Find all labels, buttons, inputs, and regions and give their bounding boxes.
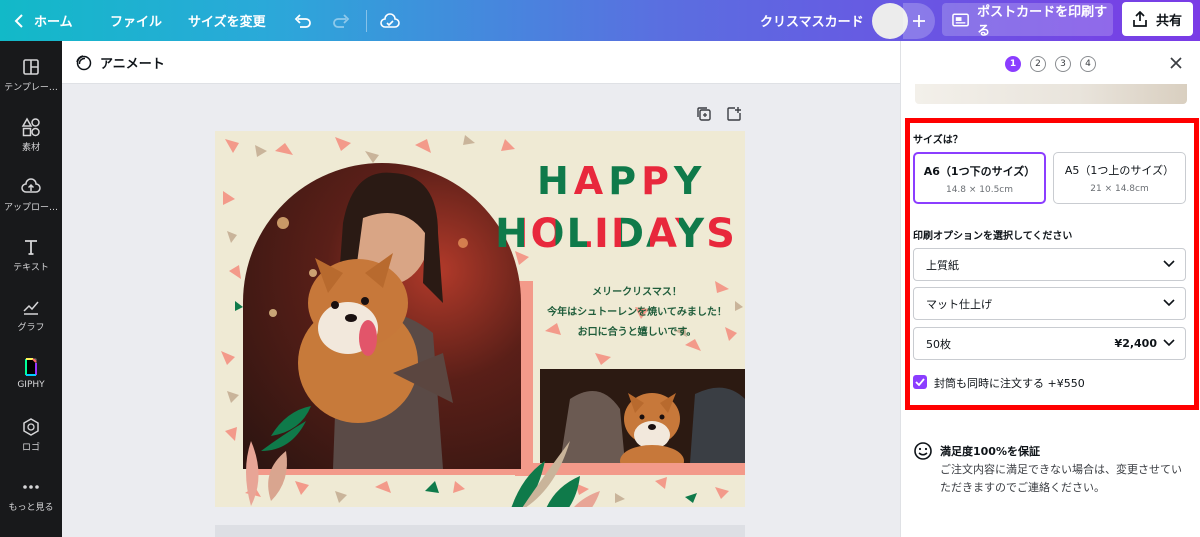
- step-2[interactable]: 2: [1030, 56, 1046, 72]
- left-sidebar: テンプレー… 素材 アップロー… テキスト グラフ GIPHY ロゴ もっと見る: [0, 41, 62, 537]
- sidebar-item-uploads[interactable]: アップロー…: [0, 175, 62, 229]
- sidebar-item-label: もっと見る: [8, 503, 54, 513]
- print-postcard-button[interactable]: ポストカードを印刷する: [942, 3, 1113, 39]
- toolbar-divider: [366, 9, 367, 32]
- sidebar-item-label: グラフ: [17, 323, 45, 333]
- template-icon: [23, 59, 39, 75]
- postcard-preview: [915, 84, 1187, 104]
- close-icon: [1170, 57, 1182, 69]
- close-button[interactable]: [1169, 55, 1183, 74]
- size-option-dims: 21 × 14.8cm: [1090, 184, 1149, 194]
- price-value: ¥2,400: [1114, 337, 1157, 350]
- sidebar-item-label: テキスト: [13, 263, 49, 273]
- step-indicator: 1 2 3 4: [1005, 56, 1096, 72]
- sidebar-item-text[interactable]: テキスト: [0, 235, 62, 289]
- size-option-a6[interactable]: A6（1つ下のサイズ） 14.8 × 10.5cm: [913, 152, 1046, 204]
- home-button[interactable]: ホーム: [14, 0, 73, 41]
- postcard-design[interactable]: HAPPY HOLIDAYS メリークリスマス！ 今年はシュトーレンを焼いてみま…: [215, 131, 745, 507]
- quantity-select[interactable]: 50枚 ¥2,400: [913, 327, 1186, 360]
- share-label: 共有: [1156, 13, 1183, 29]
- step-1[interactable]: 1: [1005, 56, 1021, 72]
- sidebar-item-label: ロゴ: [21, 443, 40, 453]
- finish-value: マット仕上げ: [926, 297, 992, 311]
- duplicate-icon: [697, 107, 711, 121]
- guarantee-body: ご注文内容に満足できない場合は、変更させていただきますのでご連絡ください。: [940, 463, 1182, 494]
- document-title[interactable]: クリスマスカード: [760, 0, 864, 41]
- logo-icon: [23, 418, 39, 436]
- chevron-down-icon: [1163, 299, 1175, 307]
- upload-icon: [21, 178, 41, 193]
- animate-icon: [76, 55, 92, 71]
- envelope-label[interactable]: 封筒も同時に注文する +¥550: [934, 375, 1085, 391]
- sidebar-item-label: アップロー…: [3, 203, 58, 213]
- duplicate-page-button[interactable]: [696, 106, 712, 122]
- size-question: サイズは？: [913, 135, 963, 146]
- text-icon: [25, 240, 37, 255]
- file-menu[interactable]: ファイル: [110, 0, 162, 41]
- redo-icon: [333, 13, 350, 28]
- plus-icon: [913, 15, 925, 27]
- postcard-icon: [952, 13, 969, 26]
- sidebar-item-label: GIPHY: [17, 380, 45, 390]
- editor-toolbar: アニメート: [62, 41, 900, 84]
- sidebar-item-giphy[interactable]: GIPHY: [0, 355, 62, 409]
- print-options-title: 印刷オプションを選択してください: [913, 231, 1073, 242]
- chart-icon: [23, 301, 39, 315]
- holidays-headline[interactable]: HOLIDAYS: [495, 211, 737, 257]
- sidebar-item-more[interactable]: もっと見る: [0, 475, 62, 529]
- add-collaborator-button[interactable]: [903, 3, 935, 39]
- giphy-icon: [25, 358, 37, 376]
- undo-icon: [294, 13, 311, 28]
- share-icon: [1133, 11, 1147, 27]
- happy-text: HAPPY: [537, 159, 707, 203]
- finish-select[interactable]: マット仕上げ: [913, 287, 1186, 320]
- happy-headline[interactable]: HAPPY: [537, 159, 706, 203]
- chevron-down-icon: [1163, 260, 1175, 268]
- redo-button[interactable]: [332, 0, 350, 41]
- size-option-a5[interactable]: A5（1つ上のサイズ） 21 × 14.8cm: [1053, 152, 1186, 204]
- elements-icon: [21, 117, 40, 137]
- greeting-line: 今年はシュトーレンを焼いてみました！: [547, 307, 727, 318]
- size-option-dims: 14.8 × 10.5cm: [945, 185, 1014, 195]
- step-3[interactable]: 3: [1055, 56, 1071, 72]
- chevron-left-icon: [14, 13, 23, 28]
- more-icon: [23, 485, 39, 489]
- sidebar-item-elements[interactable]: 素材: [0, 115, 62, 169]
- greeting-text[interactable]: メリークリスマス！ 今年はシュトーレンを焼いてみました！ お口に合うと嬉しいです…: [537, 283, 737, 343]
- sidebar-item-charts[interactable]: グラフ: [0, 295, 62, 349]
- leaf-decoration: [511, 441, 600, 507]
- quantity-value: 50枚: [926, 337, 951, 351]
- paper-value: 上質紙: [926, 258, 959, 272]
- leaf-decoration: [246, 406, 311, 506]
- paper-select[interactable]: 上質紙: [913, 248, 1186, 281]
- animate-label: アニメート: [100, 56, 165, 72]
- sidebar-item-label: 素材: [21, 143, 40, 153]
- resize-button[interactable]: サイズを変更: [188, 0, 266, 41]
- add-page-icon: [727, 107, 741, 121]
- checkmark-icon: [915, 378, 925, 386]
- smile-icon: [913, 441, 933, 465]
- sidebar-item-logos[interactable]: ロゴ: [0, 415, 62, 469]
- print-postcard-label: ポストカードを印刷する: [977, 4, 1108, 39]
- holidays-text: HOLIDAYS: [495, 211, 737, 257]
- size-option-name: A6（1つ下のサイズ）: [923, 165, 1036, 178]
- greeting-line: お口に合うと嬉しいです。: [577, 327, 697, 338]
- envelope-checkbox[interactable]: [913, 375, 927, 389]
- add-page-button[interactable]: [726, 106, 742, 122]
- size-option-name: A5（1つ上のサイズ）: [1064, 164, 1175, 177]
- greeting-line: メリークリスマス！: [592, 287, 682, 298]
- sidebar-item-label: テンプレー…: [4, 83, 58, 93]
- top-bar: ホーム ファイル サイズを変更 クリスマスカード ポストカードを印刷する 共有: [0, 0, 1200, 41]
- cloud-check-icon: [380, 12, 400, 28]
- home-label: ホーム: [34, 15, 73, 30]
- next-page-preview[interactable]: [215, 525, 745, 537]
- share-button[interactable]: 共有: [1122, 2, 1193, 36]
- guarantee-title: 満足度100%を保証: [940, 445, 1040, 458]
- cloud-save-button[interactable]: [380, 0, 400, 41]
- animate-button[interactable]: アニメート: [74, 53, 165, 72]
- step-4[interactable]: 4: [1080, 56, 1096, 72]
- undo-button[interactable]: [294, 0, 312, 41]
- chevron-down-icon: [1163, 339, 1175, 347]
- sidebar-item-templates[interactable]: テンプレー…: [0, 55, 62, 109]
